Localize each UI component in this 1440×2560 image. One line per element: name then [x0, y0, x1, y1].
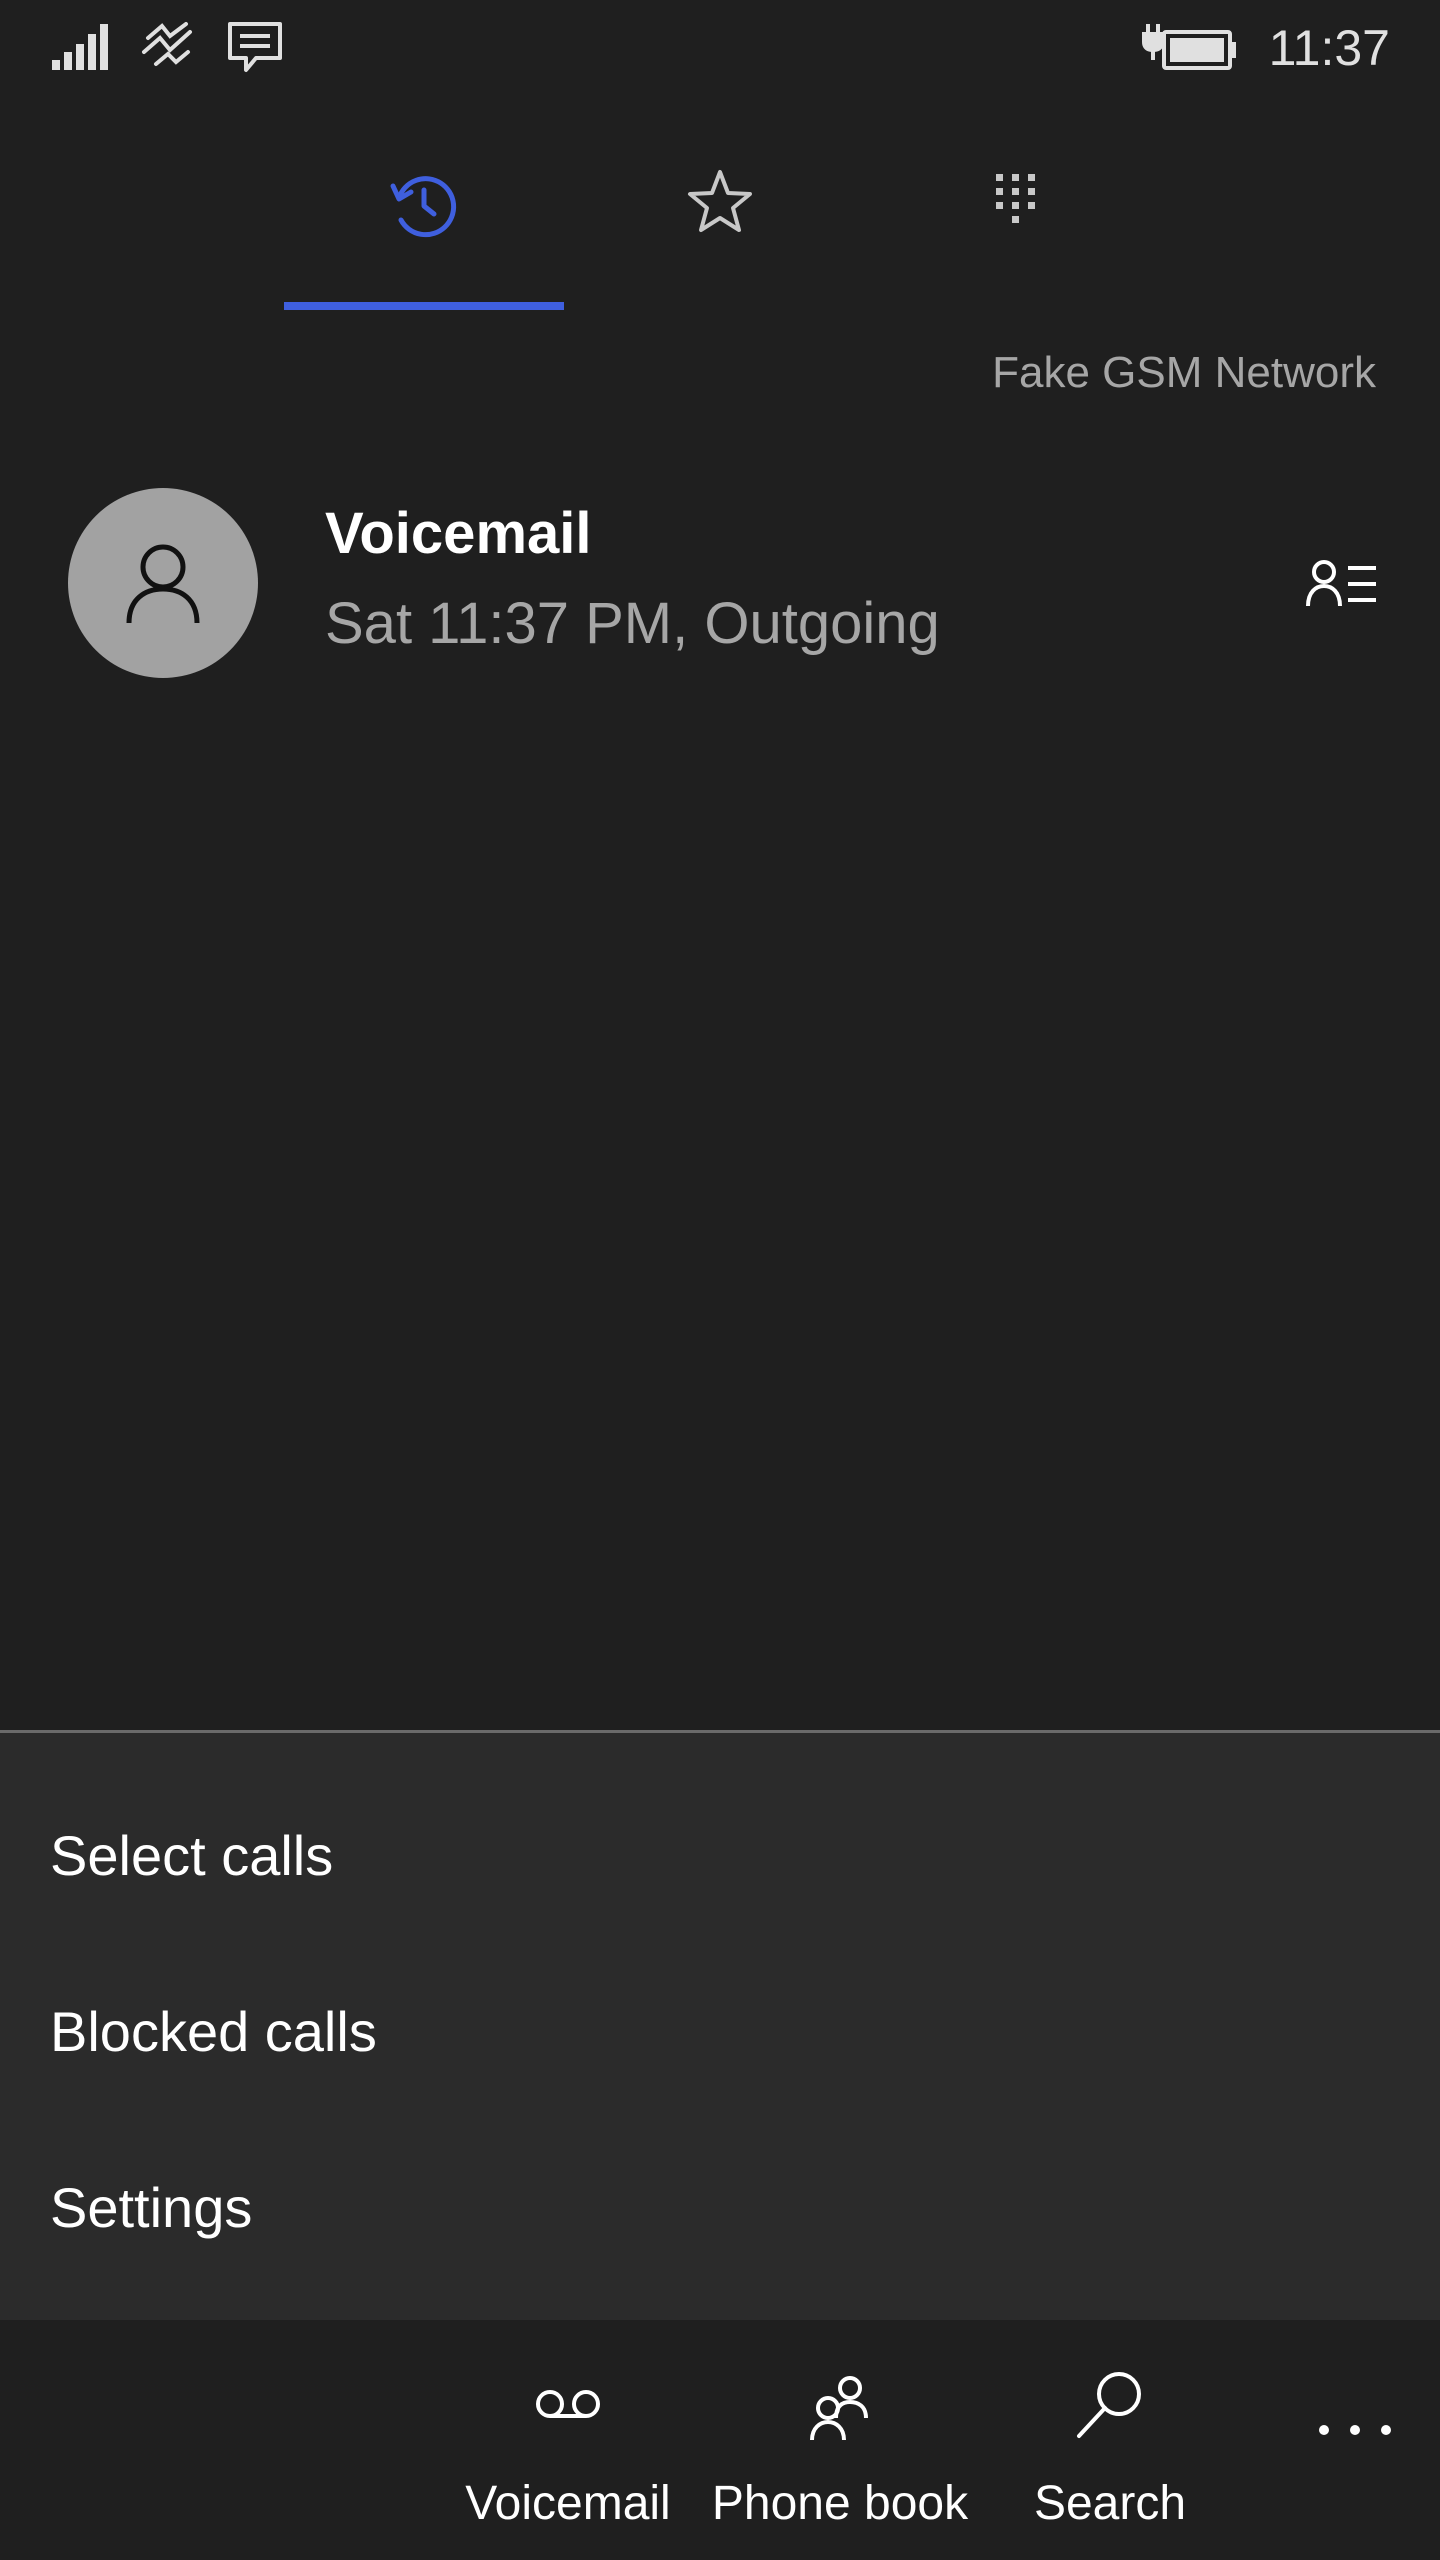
menu-item-select-calls[interactable]: Select calls	[50, 1823, 333, 1888]
menu-item-settings[interactable]: Settings	[50, 2175, 252, 2240]
star-icon	[688, 170, 752, 232]
search-label: Search	[1033, 2477, 1187, 2530]
network-label: Fake GSM Network	[992, 348, 1376, 397]
history-icon	[390, 176, 457, 238]
menu-item-blocked-calls[interactable]: Blocked calls	[50, 1999, 377, 2064]
clock-time: 11:37	[1268, 20, 1390, 76]
selected-tab-indicator	[284, 302, 564, 310]
tab-speed-dial[interactable]	[580, 140, 860, 310]
signal-bars-icon	[50, 18, 110, 78]
voicemail-label: Voicemail	[465, 2477, 671, 2530]
overflow-menu: Select calls Blocked calls Settings	[0, 1730, 1440, 2323]
search-icon	[1075, 2368, 1145, 2444]
wifi-calling-icon	[140, 18, 196, 78]
person-icon	[126, 544, 200, 624]
contact-details-icon	[1306, 560, 1376, 607]
tab-history[interactable]	[284, 140, 564, 310]
phone-book-button[interactable]: Phone book	[700, 2320, 980, 2560]
search-button[interactable]: Search	[990, 2320, 1230, 2560]
dialpad-icon	[996, 174, 1035, 223]
call-contact-name: Voicemail	[325, 501, 592, 566]
avatar	[68, 488, 258, 678]
voicemail-icon	[534, 2384, 602, 2428]
more-button[interactable]	[1310, 2410, 1400, 2450]
status-bar: 11:37	[0, 0, 1440, 100]
people-icon	[808, 2374, 872, 2448]
more-icon	[1319, 2425, 1391, 2435]
contact-details-button[interactable]	[1306, 558, 1378, 610]
app-bar: Voicemail Phone book Search	[0, 2320, 1440, 2560]
tab-keypad[interactable]	[876, 140, 1156, 310]
message-icon	[226, 18, 284, 80]
call-history-item[interactable]: Voicemail Sat 11:37 PM, Outgoing	[0, 470, 1440, 700]
battery-charging-icon	[1142, 20, 1238, 80]
phone-book-label: Phone book	[711, 2477, 969, 2530]
call-detail: Sat 11:37 PM, Outgoing	[325, 591, 940, 656]
voicemail-button[interactable]: Voicemail	[448, 2320, 688, 2560]
